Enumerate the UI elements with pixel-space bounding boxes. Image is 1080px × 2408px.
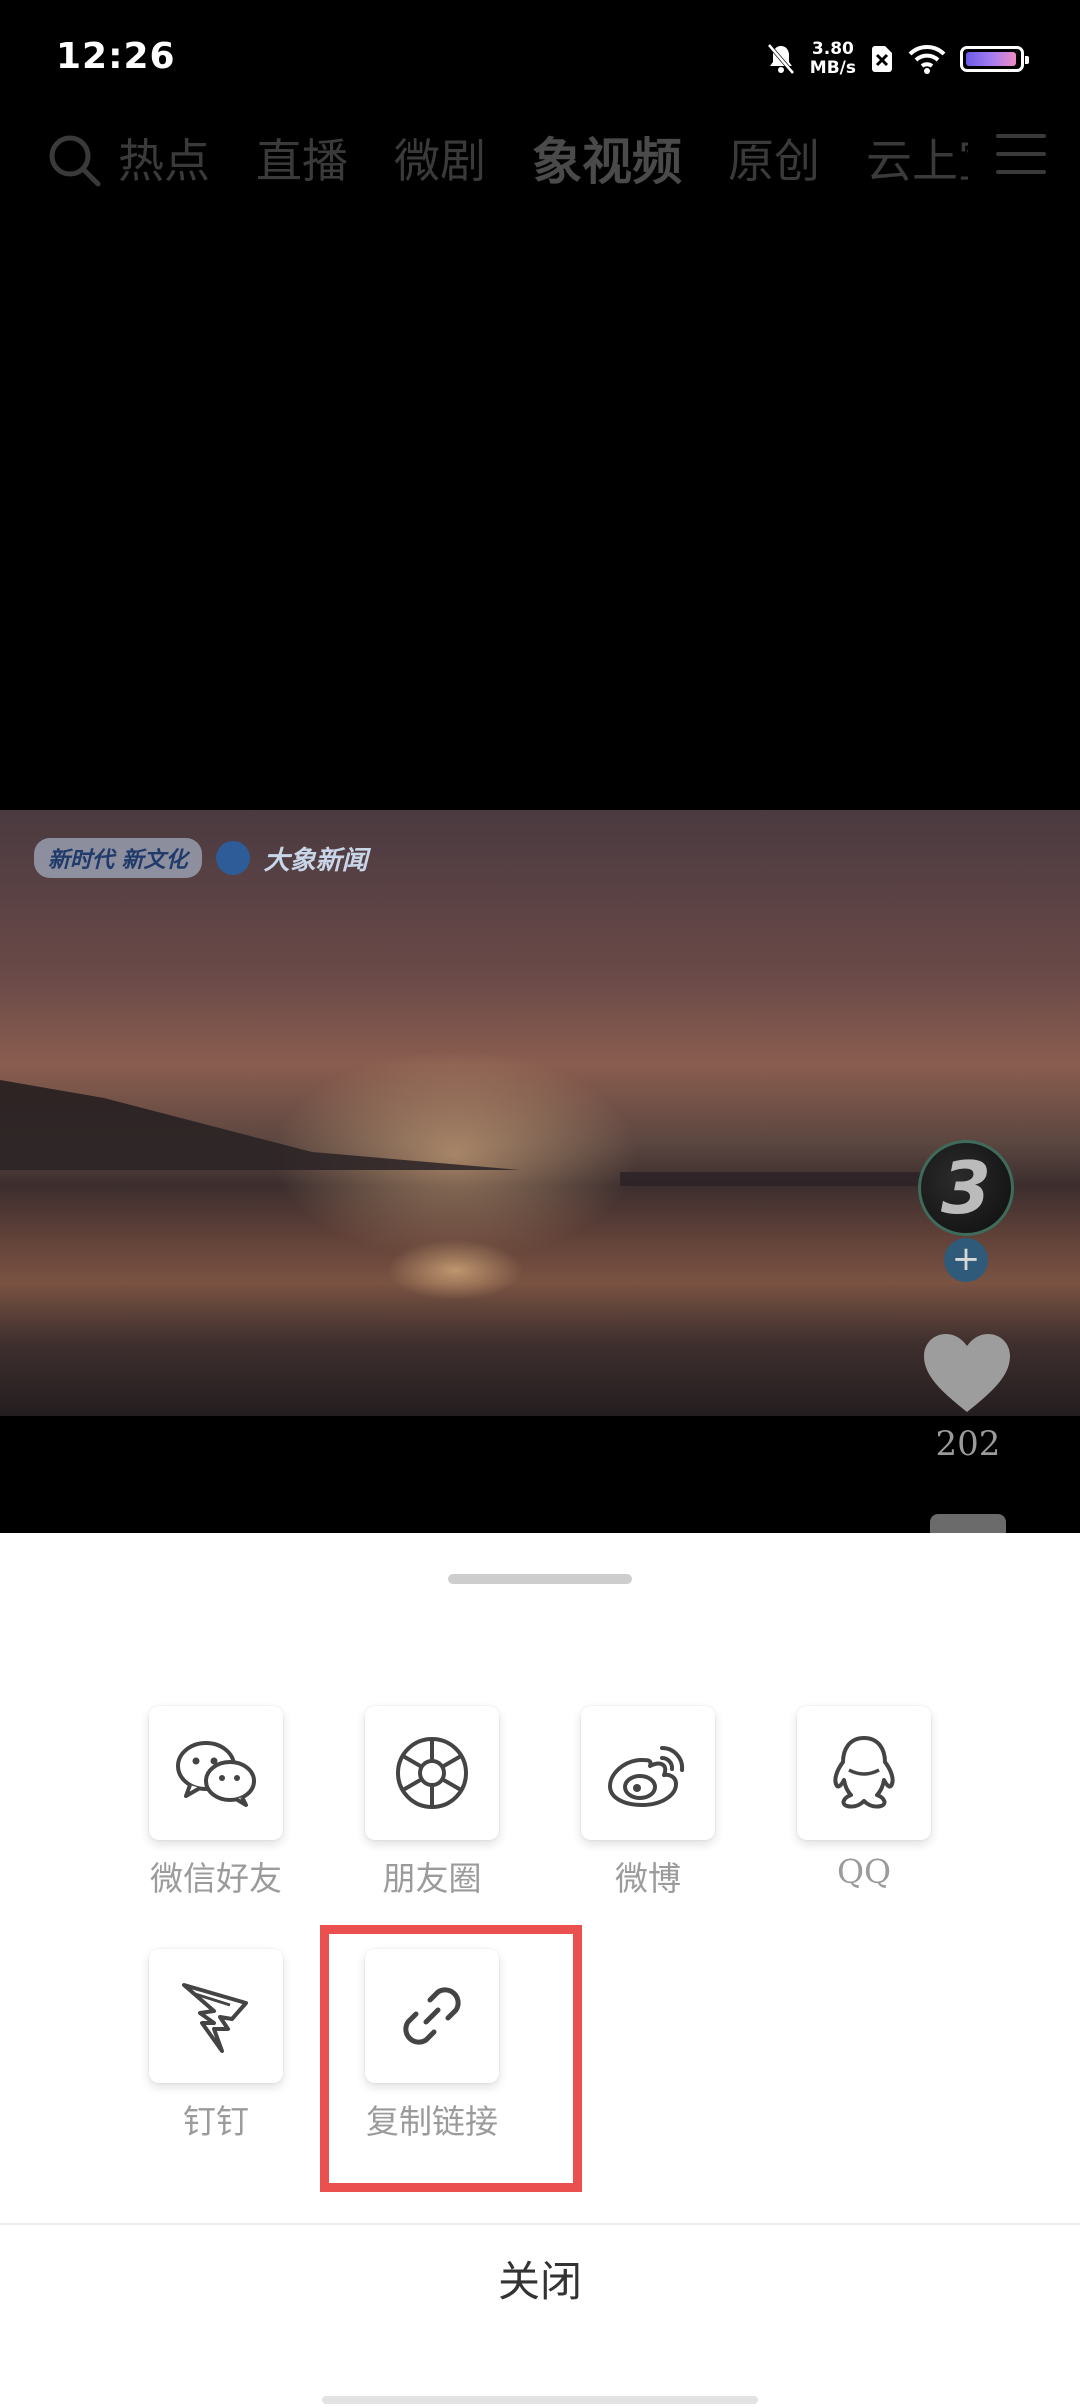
share-wechat-friends[interactable]: 微信好友 — [131, 1706, 301, 1900]
share-qq[interactable]: QQ — [779, 1706, 949, 1891]
heart-icon[interactable] — [922, 1332, 1012, 1414]
status-time: 12:26 — [56, 36, 176, 77]
video-scenery — [0, 1080, 520, 1170]
status-bar: 12:26 3.80 MB/s — [0, 0, 1080, 124]
wifi-icon — [908, 44, 946, 74]
tab-original[interactable]: 原创 — [728, 125, 820, 191]
battery-icon — [960, 46, 1029, 72]
like-count: 202 — [935, 1424, 1001, 1464]
share-label: 微信好友 — [150, 1859, 282, 1898]
channel-tabs: 热点 直播 微剧 象视频 原创 云上宣 — [118, 118, 968, 198]
mute-bell-icon — [767, 43, 795, 75]
tab-elephant-video[interactable]: 象视频 — [532, 122, 682, 194]
home-indicator[interactable] — [322, 2396, 758, 2404]
tab-micro-drama[interactable]: 微剧 — [394, 125, 486, 191]
wechat-icon — [149, 1706, 283, 1840]
sim-off-icon — [872, 46, 892, 72]
search-icon[interactable] — [44, 130, 104, 190]
share-label: 朋友圈 — [382, 1859, 482, 1898]
copy-link-highlight-box — [320, 1925, 582, 2192]
watermark-slogan: 新时代 新文化 — [34, 838, 202, 878]
net-speed-unit: MB/s — [809, 58, 856, 78]
share-label: QQ — [836, 1852, 892, 1891]
share-label: 钉钉 — [183, 2102, 249, 2141]
share-dingtalk[interactable]: 钉钉 — [131, 1949, 301, 2143]
share-moments[interactable]: 朋友圈 — [347, 1706, 517, 1900]
share-label: 微博 — [615, 1859, 681, 1898]
close-button[interactable]: 关闭 — [0, 2240, 1080, 2324]
paw-logo-icon — [215, 841, 250, 875]
tab-live[interactable]: 直播 — [256, 125, 348, 191]
divider — [0, 2223, 1080, 2225]
moments-icon — [365, 1706, 499, 1840]
video-player[interactable]: 新时代 新文化 大象新闻 — [0, 810, 1080, 1416]
avatar-text: 3 — [940, 1146, 992, 1230]
menu-icon[interactable] — [996, 134, 1046, 184]
status-icons: 3.80 MB/s — [766, 40, 1029, 78]
comment-icon[interactable] — [930, 1514, 1006, 1534]
watermark-brand: 大象新闻 — [263, 845, 368, 876]
author-avatar[interactable]: 3 — [918, 1140, 1014, 1236]
qq-icon — [797, 1706, 931, 1840]
weibo-icon — [581, 1706, 715, 1840]
net-speed: 3.80 MB/s — [810, 40, 856, 78]
share-weibo[interactable]: 微博 — [563, 1706, 733, 1900]
net-speed-value: 3.80 — [811, 39, 854, 59]
video-watermark: 新时代 新文化 大象新闻 — [34, 838, 368, 878]
top-nav: 热点 直播 微剧 象视频 原创 云上宣 — [0, 118, 1080, 198]
tab-hot[interactable]: 热点 — [118, 125, 210, 191]
dingtalk-icon — [149, 1949, 283, 2083]
follow-button[interactable]: + — [944, 1238, 988, 1282]
tab-cloud[interactable]: 云上宣 — [866, 125, 968, 191]
sheet-drag-handle[interactable] — [448, 1574, 632, 1584]
